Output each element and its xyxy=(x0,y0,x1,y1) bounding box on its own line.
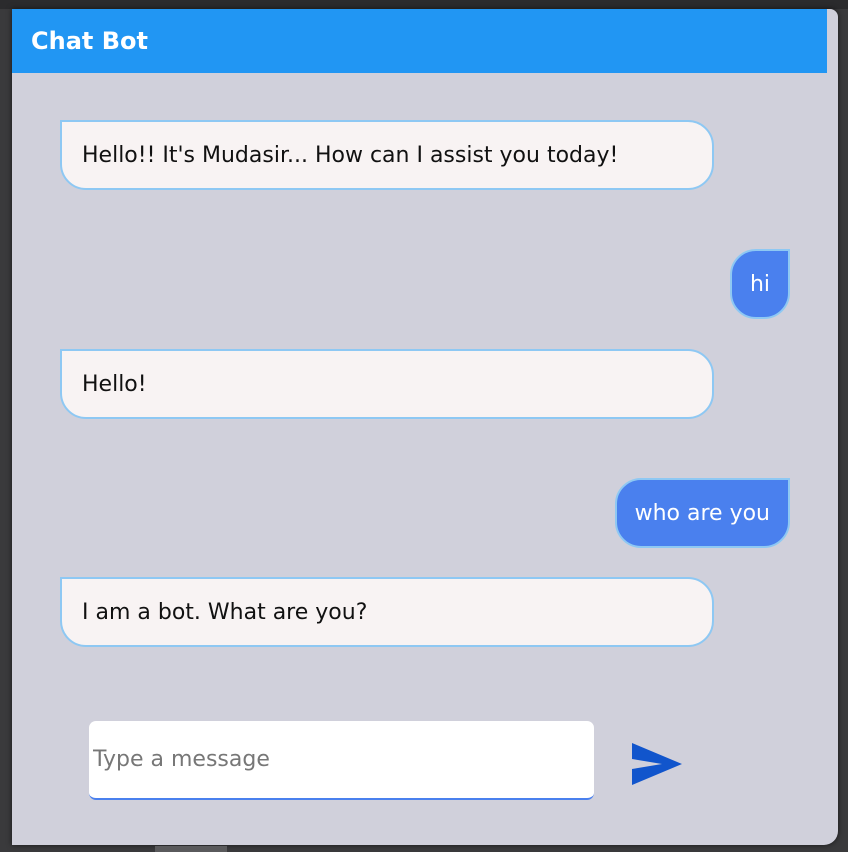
message-input[interactable] xyxy=(89,721,594,800)
chat-window: Chat Bot Hello!! It's Mudasir... How can… xyxy=(12,9,838,845)
send-button[interactable] xyxy=(624,737,686,791)
bot-message: Hello! xyxy=(60,349,714,419)
window-top-strip xyxy=(0,0,848,9)
bot-message: I am a bot. What are you? xyxy=(60,577,714,647)
chat-header: Chat Bot xyxy=(12,9,827,73)
send-arrow-icon xyxy=(632,743,682,785)
bot-message: Hello!! It's Mudasir... How can I assist… xyxy=(60,120,714,190)
user-message: hi xyxy=(729,249,790,319)
user-message: who are you xyxy=(614,478,790,548)
horizontal-scrollbar-thumb[interactable] xyxy=(155,846,227,852)
chat-title: Chat Bot xyxy=(31,27,148,55)
